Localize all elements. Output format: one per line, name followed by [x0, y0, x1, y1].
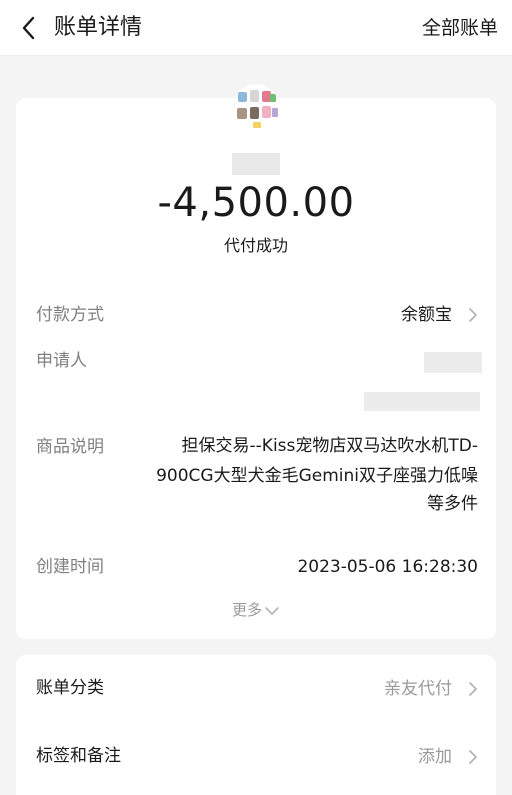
bill-amount: -4,500.00	[157, 180, 355, 226]
tags-notes-label: 标签和备注	[36, 746, 121, 766]
product-description-line: 担保交易--Kiss宠物店双马达吹水机TD-	[181, 436, 478, 456]
back-button[interactable]	[14, 13, 42, 43]
more-toggle[interactable]: 更多	[0, 598, 512, 622]
more-label: 更多	[231, 601, 262, 619]
product-description-line: 900CG大型犬金毛Gemini双子座强力低噪	[156, 466, 478, 486]
page-title: 账单详情	[54, 15, 143, 40]
all-bills-link[interactable]: 全部账单	[422, 15, 498, 41]
chevron-down-icon	[265, 606, 279, 615]
payment-method-value[interactable]: 余额宝	[401, 302, 452, 328]
top-nav-bar: 账单详情 全部账单	[0, 0, 512, 56]
created-time-value: 2023-05-06 16:28:30	[297, 557, 478, 577]
created-time-label: 创建时间	[36, 557, 104, 577]
chevron-left-icon	[22, 16, 35, 40]
merchant-avatar	[232, 84, 280, 136]
applicant-label: 申请人	[36, 351, 87, 371]
bill-category-label: 账单分类	[36, 678, 104, 698]
applicant-name-redacted	[424, 352, 482, 373]
payment-status: 代付成功	[223, 236, 288, 255]
product-description-line: 等多件	[427, 494, 478, 514]
applicant-account-redacted	[364, 392, 480, 411]
payment-method-label: 付款方式	[36, 305, 104, 325]
chevron-right-icon[interactable]	[468, 307, 478, 323]
bill-category-value[interactable]: 亲友代付	[384, 676, 452, 702]
chevron-right-icon[interactable]	[468, 749, 478, 765]
chevron-right-icon[interactable]	[468, 681, 478, 697]
payee-name-redacted	[232, 153, 280, 175]
product-description-label: 商品说明	[36, 437, 104, 457]
tags-notes-value[interactable]: 添加	[418, 744, 452, 770]
